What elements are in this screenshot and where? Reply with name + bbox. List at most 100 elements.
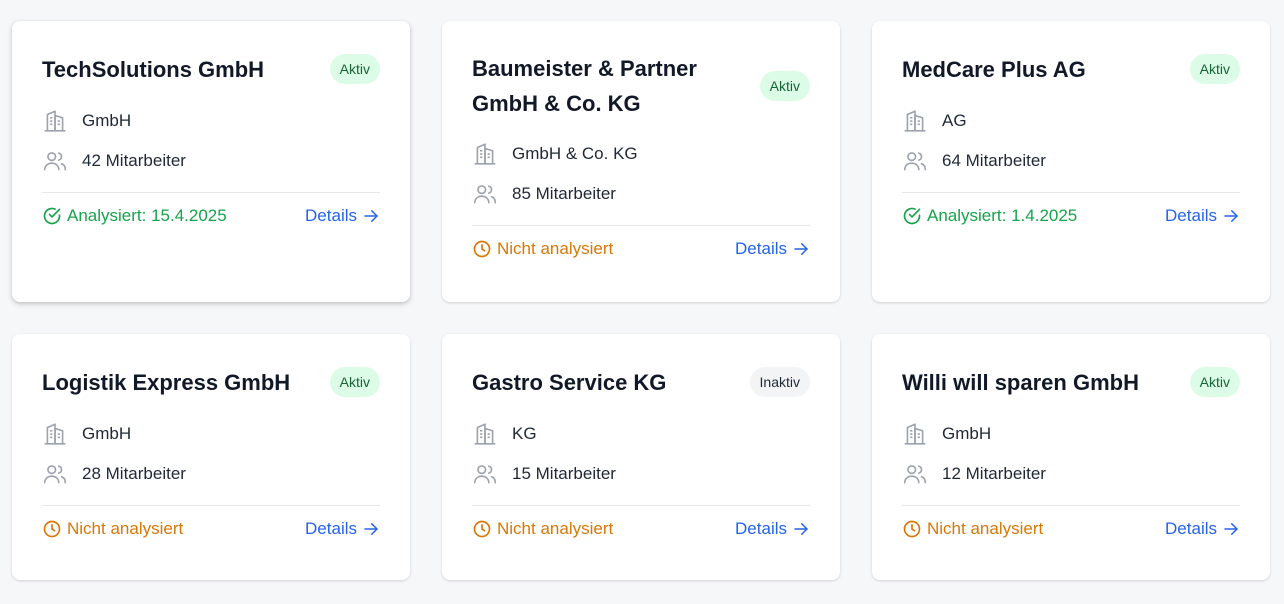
clock-icon: [472, 519, 492, 539]
clock-icon: [42, 519, 62, 539]
analysis-status: Analysiert: 1.4.2025: [902, 206, 1077, 226]
arrow-right-icon: [1222, 520, 1240, 538]
legal-form-row: KG: [472, 414, 810, 454]
employees-row: 12 Mitarbeiter: [902, 454, 1240, 494]
check-circle-icon: [902, 206, 922, 226]
employee-count: 12 Mitarbeiter: [942, 464, 1046, 483]
legal-form-row: GmbH: [42, 101, 380, 141]
arrow-right-icon: [362, 207, 380, 225]
status-badge: Inaktiv: [749, 367, 810, 397]
status-badge: Aktiv: [329, 54, 380, 84]
details-label: Details: [735, 519, 787, 538]
analysis-status-text: Nicht analysiert: [67, 519, 184, 538]
card-header: Gastro Service KG Inaktiv: [472, 364, 810, 400]
employees-row: 64 Mitarbeiter: [902, 141, 1240, 181]
analysis-status: Analysiert: 15.4.2025: [42, 206, 227, 226]
employees-row: 85 Mitarbeiter: [472, 174, 810, 214]
analysis-status-text: Nicht analysiert: [497, 239, 614, 258]
company-card[interactable]: Gastro Service KG Inaktiv KG 15 Mitarbei…: [442, 334, 840, 580]
analysis-status-text: Analysiert: 1.4.2025: [927, 206, 1078, 225]
status-badge: Aktiv: [1189, 54, 1240, 84]
arrow-right-icon: [1222, 207, 1240, 225]
legal-form: GmbH: [82, 424, 132, 443]
check-circle-icon: [42, 206, 62, 226]
arrow-right-icon: [362, 520, 380, 538]
details-label: Details: [1165, 519, 1217, 538]
details-link[interactable]: Details: [305, 519, 380, 539]
users-icon: [902, 461, 928, 487]
building-icon: [902, 421, 928, 447]
analysis-status: Nicht analysiert: [42, 519, 183, 539]
card-footer: Nicht analysiert Details: [472, 506, 810, 552]
details-label: Details: [305, 206, 357, 225]
employees-row: 15 Mitarbeiter: [472, 454, 810, 494]
company-name: Willi will sparen GmbH: [902, 369, 1139, 395]
arrow-right-icon: [792, 520, 810, 538]
clock-icon: [472, 239, 492, 259]
users-icon: [42, 461, 68, 487]
company-card[interactable]: Willi will sparen GmbH Aktiv GmbH 12 Mit…: [872, 334, 1270, 580]
legal-form-row: GmbH: [902, 414, 1240, 454]
details-link[interactable]: Details: [735, 519, 810, 539]
card-footer: Nicht analysiert Details: [902, 506, 1240, 552]
arrow-right-icon: [792, 240, 810, 258]
card-footer: Nicht analysiert Details: [42, 506, 380, 552]
legal-form: GmbH & Co. KG: [512, 144, 638, 163]
employees-row: 42 Mitarbeiter: [42, 141, 380, 181]
employee-count: 28 Mitarbeiter: [82, 464, 186, 483]
card-header: TechSolutions GmbH Aktiv: [42, 51, 380, 87]
card-footer: Analysiert: 1.4.2025 Details: [902, 193, 1240, 239]
company-name: Baumeister & Partner GmbH & Co. KG: [472, 56, 697, 116]
analysis-status-text: Analysiert: 15.4.2025: [67, 206, 227, 225]
details-label: Details: [1165, 206, 1217, 225]
card-header: Willi will sparen GmbH Aktiv: [902, 364, 1240, 400]
legal-form: GmbH: [942, 424, 992, 443]
company-name: Gastro Service KG: [472, 369, 667, 395]
building-icon: [472, 141, 498, 167]
details-link[interactable]: Details: [1165, 206, 1240, 226]
legal-form-row: GmbH & Co. KG: [472, 134, 810, 174]
company-card[interactable]: Logistik Express GmbH Aktiv GmbH 28 Mita…: [12, 334, 410, 580]
analysis-status: Nicht analysiert: [902, 519, 1043, 539]
company-card[interactable]: MedCare Plus AG Aktiv AG 64 Mitarbeiter: [872, 21, 1270, 302]
employee-count: 64 Mitarbeiter: [942, 151, 1046, 170]
card-header: Logistik Express GmbH Aktiv: [42, 364, 380, 400]
analysis-status-text: Nicht analysiert: [497, 519, 614, 538]
building-icon: [42, 421, 68, 447]
company-name: Logistik Express GmbH: [42, 369, 291, 395]
details-link[interactable]: Details: [305, 206, 380, 226]
legal-form-row: GmbH: [42, 414, 380, 454]
card-footer: Analysiert: 15.4.2025 Details: [42, 193, 380, 239]
legal-form-row: AG: [902, 101, 1240, 141]
card-header: MedCare Plus AG Aktiv: [902, 51, 1240, 87]
card-footer: Nicht analysiert Details: [472, 226, 810, 272]
details-label: Details: [735, 239, 787, 258]
users-icon: [472, 181, 498, 207]
company-name: MedCare Plus AG: [902, 56, 1086, 82]
legal-form: KG: [512, 424, 537, 443]
legal-form: AG: [942, 111, 967, 130]
status-badge: Aktiv: [759, 71, 810, 101]
users-icon: [902, 148, 928, 174]
clock-icon: [902, 519, 922, 539]
company-card[interactable]: Baumeister & Partner GmbH & Co. KG Aktiv…: [442, 21, 840, 302]
analysis-status: Nicht analysiert: [472, 239, 613, 259]
employees-row: 28 Mitarbeiter: [42, 454, 380, 494]
building-icon: [42, 108, 68, 134]
company-name: TechSolutions GmbH: [42, 56, 265, 82]
employee-count: 85 Mitarbeiter: [512, 184, 616, 203]
status-badge: Aktiv: [329, 367, 380, 397]
status-badge: Aktiv: [1189, 367, 1240, 397]
details-label: Details: [305, 519, 357, 538]
company-card-grid: TechSolutions GmbH Aktiv GmbH 42 Mitarbe…: [12, 21, 1270, 580]
employee-count: 15 Mitarbeiter: [512, 464, 616, 483]
details-link[interactable]: Details: [735, 239, 810, 259]
analysis-status-text: Nicht analysiert: [927, 519, 1044, 538]
building-icon: [902, 108, 928, 134]
card-header: Baumeister & Partner GmbH & Co. KG Aktiv: [472, 51, 810, 121]
building-icon: [472, 421, 498, 447]
details-link[interactable]: Details: [1165, 519, 1240, 539]
users-icon: [472, 461, 498, 487]
employee-count: 42 Mitarbeiter: [82, 151, 186, 170]
company-card[interactable]: TechSolutions GmbH Aktiv GmbH 42 Mitarbe…: [12, 21, 410, 302]
